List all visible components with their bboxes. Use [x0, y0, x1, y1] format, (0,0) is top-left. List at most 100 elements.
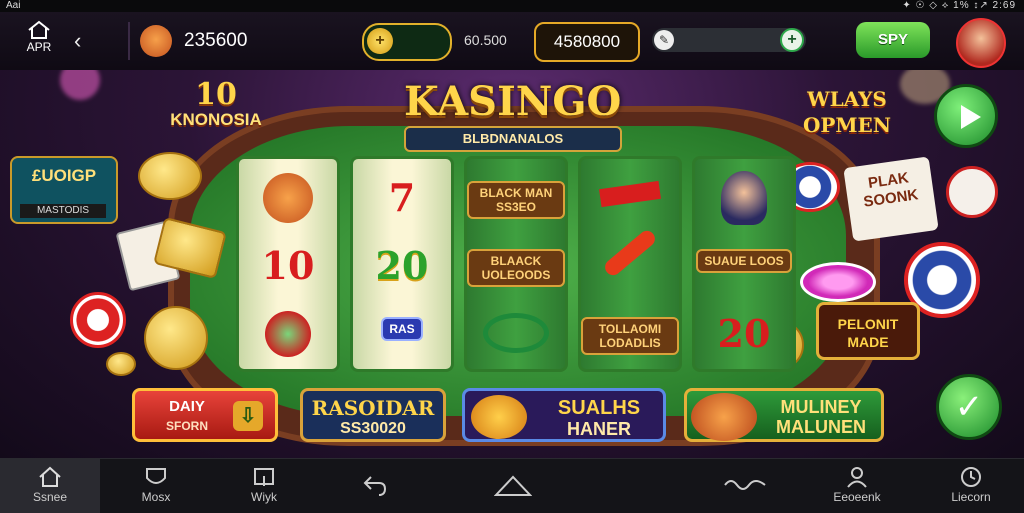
status-right: ✦ ☉ ◇ ⟡ 1% ↕↗ 2:69: [902, 0, 1016, 11]
reel-symbol: [467, 299, 565, 369]
nav-item-home[interactable]: Ssnee: [0, 459, 100, 513]
play-button[interactable]: [934, 84, 998, 148]
add-coins-button[interactable]: +: [362, 23, 452, 61]
squiggle-icon: [724, 480, 766, 490]
profile-avatar[interactable]: [956, 18, 1006, 68]
symbol-text: TOLLAOMI LODADLIS: [581, 317, 679, 355]
feather-icon: [601, 227, 659, 279]
symbol-text: BLAACK UOLEOODS: [467, 249, 565, 287]
ways-line2: OPMEN: [802, 113, 892, 137]
machine-sign[interactable]: PELONIT MADE: [816, 302, 920, 360]
bet-slider[interactable]: ✎ +: [652, 28, 806, 52]
symbol-text: 7: [388, 175, 416, 220]
reel-symbol: 10: [239, 231, 337, 301]
button-line1: DAIY: [169, 398, 205, 415]
reel-symbol: [239, 299, 337, 369]
coin-plus-icon: +: [367, 28, 393, 54]
ways-sign: WLAYS OPMEN: [782, 86, 912, 138]
nav-item-history[interactable]: Liecorn: [924, 459, 1018, 513]
game-subtitle: BLBDNANALOS: [404, 126, 622, 152]
reel-2[interactable]: 7 20 RAS: [350, 156, 454, 372]
gold-balance[interactable]: 4580800: [534, 22, 640, 62]
reel-symbol: 7: [353, 163, 451, 233]
special-game-button[interactable]: SUALHS HANER: [462, 388, 666, 442]
stage-light: [60, 70, 100, 100]
game-scene: KASINGO BLBDNANALOS 10 KNONOSIA £UOIGP M…: [0, 70, 1024, 458]
home-label: APR: [26, 40, 52, 54]
joker-icon: [721, 171, 767, 225]
reel-5[interactable]: SUAUE LOOS 20: [692, 156, 796, 372]
reel-4[interactable]: TOLLAOMI LODADLIS: [578, 156, 682, 372]
plus-icon[interactable]: +: [780, 28, 804, 52]
spy-label: SPY: [877, 31, 908, 48]
reel-symbol: [239, 163, 337, 233]
reel-symbol: TOLLAOMI LODADLIS: [581, 299, 679, 369]
home-button[interactable]: APR: [18, 20, 60, 64]
left-promo-panel[interactable]: £UOIGP MASTODIS: [10, 156, 118, 224]
spy-button[interactable]: SPY: [856, 22, 930, 58]
daily-spin-button[interactable]: DAIY SFORN ⇩: [132, 388, 278, 442]
left-panel-title: £UOIGP: [31, 166, 97, 185]
fox-avatar[interactable]: [140, 25, 172, 57]
check-icon: ✓: [954, 388, 984, 426]
nav-label: Eeoeenk: [833, 490, 881, 504]
confirm-button[interactable]: ✓: [936, 374, 1002, 440]
reel-symbol: 20: [695, 299, 793, 369]
button-line1: SUALHS: [557, 397, 641, 419]
reel-symbol: [581, 227, 679, 301]
button-line2: HANER: [566, 419, 631, 439]
nav-item-back[interactable]: [330, 459, 420, 513]
home-icon: [39, 466, 61, 487]
home-icon: [28, 20, 50, 39]
nav-item-window[interactable]: Wiyk: [216, 459, 312, 513]
ways-line1: WLAYS: [807, 87, 887, 111]
reel-symbol: [581, 163, 679, 233]
mask-icon: [146, 468, 166, 484]
machine-line1: PELONIT: [837, 316, 899, 332]
button-line2: SS30020: [340, 420, 406, 437]
promo-sign-left[interactable]: 10 KNONOSIA: [132, 80, 300, 140]
cherry-icon: [265, 311, 311, 357]
playing-card: PLAK SOONK: [843, 156, 939, 242]
reel-symbol: [695, 163, 793, 233]
left-panel-sub: MASTODIS: [20, 204, 106, 218]
symbol-text: RAS: [381, 317, 423, 341]
slider-knob-icon[interactable]: ✎: [654, 30, 674, 50]
promo-text: KNONOSIA: [170, 110, 262, 129]
gold-coin-icon: [144, 306, 208, 370]
player-balance: 235600: [184, 30, 248, 51]
chevron-left-icon: ‹: [74, 28, 82, 53]
symbol-text: 20: [717, 311, 771, 356]
nav-label: Ssnee: [32, 490, 68, 504]
reel-symbol: RAS: [353, 299, 451, 369]
jackpot-button[interactable]: RASOIDAR SS30020: [300, 388, 446, 442]
nav-item-profile[interactable]: Eeoeenk: [812, 459, 902, 513]
slot-reels[interactable]: 10 7 20 RAS BLACK MAN SS3EO BLAACK UOLEO…: [236, 156, 796, 372]
reel-3[interactable]: BLACK MAN SS3EO BLAACK UOLEOODS: [464, 156, 568, 372]
symbol-text: 20: [375, 243, 429, 288]
bar-icon: [599, 180, 661, 208]
nav-item-mask[interactable]: Mosx: [108, 459, 204, 513]
reel-symbol: BLACK MAN SS3EO: [467, 163, 565, 233]
card-button[interactable]: [946, 166, 998, 218]
nav-label: Wiyk: [251, 490, 277, 504]
button-line2: MALUNEN: [776, 417, 866, 437]
game-title: KASINGO: [404, 78, 622, 125]
multiplier-button[interactable]: MULINEY MALUNEN: [684, 388, 884, 442]
player-info: 235600: [128, 22, 260, 60]
poker-chip-icon: [800, 262, 876, 302]
nav-item-recent[interactable]: [700, 459, 790, 513]
gold-coin-icon: [106, 352, 136, 376]
down-arrow-icon: ⇩: [233, 401, 263, 431]
top-bar: APR ‹ 235600 + 60.500 4580800 ✎ + SPY: [0, 12, 1024, 71]
emerald-icon: [483, 313, 549, 353]
home-outline-icon: [494, 475, 532, 496]
back-button[interactable]: ‹: [74, 28, 81, 54]
symbol-text: 10: [261, 243, 315, 288]
back-arrow-icon: [363, 476, 387, 496]
reel-symbol: BLAACK UOLEOODS: [467, 231, 565, 301]
nav-item-home-outline[interactable]: [468, 459, 558, 513]
poker-chip-icon: [70, 292, 126, 348]
bottom-nav-bar: Ssnee Mosx Wiyk Eeoeenk Liecorn: [0, 458, 1024, 513]
reel-1[interactable]: 10: [236, 156, 340, 372]
